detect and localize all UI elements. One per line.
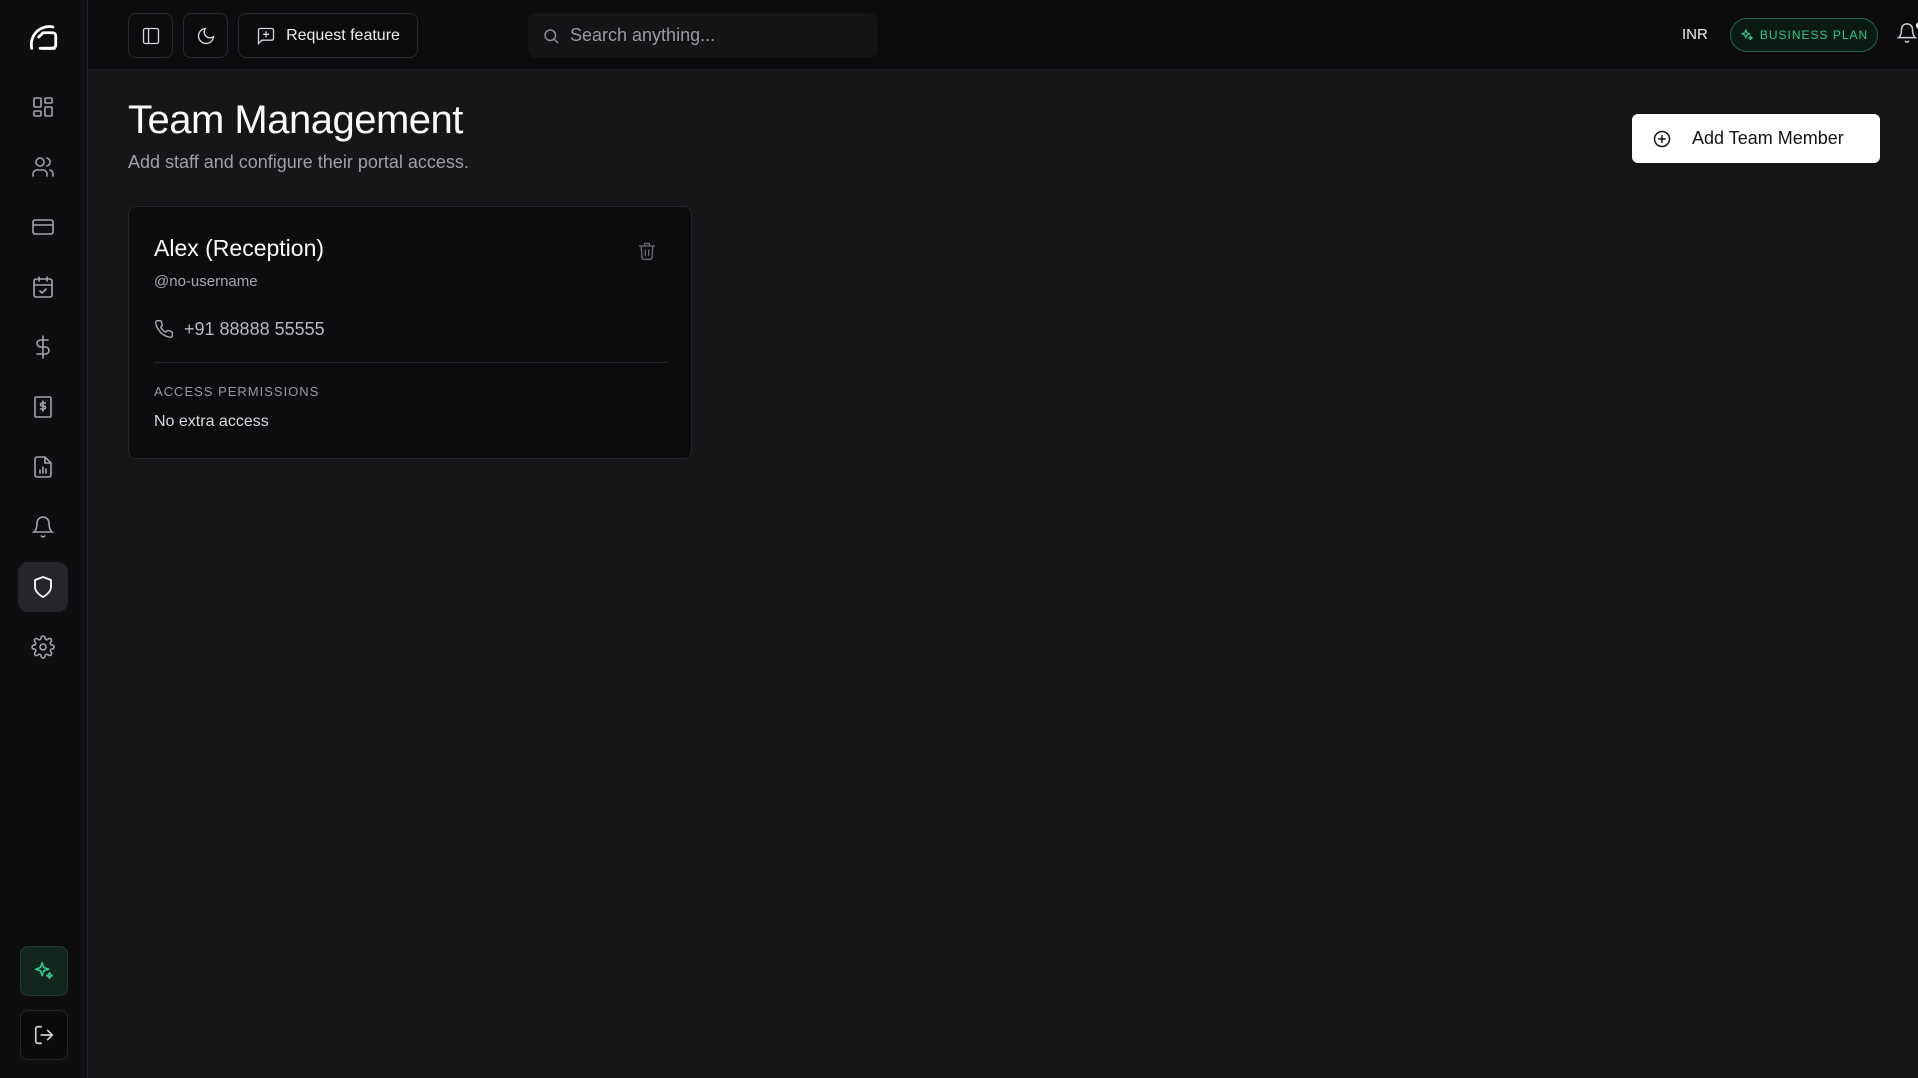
- app-logo-icon[interactable]: [26, 20, 60, 54]
- receipt-icon: [34, 396, 52, 418]
- member-phone: +91 88888 55555: [184, 319, 325, 339]
- sidebar-item-dashboard[interactable]: [18, 82, 68, 132]
- team-member-card: Alex (Reception) @no-username +91 88888 …: [128, 206, 692, 459]
- phone-icon: [154, 319, 174, 339]
- sidebar: [0, 0, 88, 1078]
- logout-icon: [34, 1025, 54, 1045]
- sparkles-icon: [34, 961, 54, 980]
- file-chart-icon: [34, 456, 52, 478]
- toggle-sidebar-button[interactable]: [128, 13, 173, 58]
- shield-icon: [34, 576, 52, 598]
- plan-label: BUSINESS PLAN: [1759, 28, 1869, 42]
- add-team-member-button[interactable]: Add Team Member: [1632, 114, 1880, 163]
- currency-selector[interactable]: INR: [1682, 26, 1708, 43]
- ai-assistant-button[interactable]: [20, 946, 68, 996]
- sidebar-item-team[interactable]: [18, 562, 68, 612]
- bell-icon: [31, 516, 55, 538]
- permissions-label: ACCESS PERMISSIONS: [154, 384, 320, 399]
- page-subtitle: Add staff and configure their portal acc…: [128, 152, 469, 172]
- member-username: @no-username: [154, 273, 258, 290]
- sidebar-item-reports[interactable]: [18, 442, 68, 492]
- moon-icon: [197, 27, 214, 44]
- search-bar: [528, 13, 878, 58]
- calendar-check-icon: [33, 276, 53, 298]
- users-icon: [32, 157, 54, 177]
- sidebar-item-revenue[interactable]: [18, 322, 68, 372]
- theme-toggle-button[interactable]: [183, 13, 228, 58]
- plus-circle-icon: [1653, 130, 1671, 147]
- sidebar-item-invoices[interactable]: [18, 382, 68, 432]
- page-title: Team Management: [128, 98, 463, 142]
- dollar-sign-icon: [36, 335, 50, 359]
- member-name: Alex (Reception): [154, 235, 325, 261]
- gear-icon: [31, 635, 55, 659]
- delete-member-button[interactable]: [637, 241, 657, 261]
- sidebar-item-notifications[interactable]: [18, 502, 68, 552]
- credit-card-icon: [32, 219, 54, 235]
- logout-button[interactable]: [20, 1010, 68, 1060]
- sidebar-item-payments[interactable]: [18, 202, 68, 252]
- request-feature-label: Request feature: [286, 26, 400, 44]
- search-input[interactable]: [570, 25, 850, 46]
- request-feature-button[interactable]: Request feature: [238, 13, 418, 58]
- search-icon: [544, 28, 559, 43]
- message-plus-icon: [257, 27, 275, 45]
- add-team-member-label: Add Team Member: [1692, 128, 1844, 148]
- sidebar-item-settings[interactable]: [18, 622, 68, 672]
- card-divider: [154, 362, 668, 363]
- sidebar-panel-icon: [142, 27, 159, 44]
- sidebar-item-clients[interactable]: [18, 142, 68, 192]
- permissions-value: No extra access: [154, 413, 269, 430]
- layout-dashboard-icon: [33, 97, 53, 117]
- trash-icon: [638, 242, 656, 260]
- sidebar-item-schedule[interactable]: [18, 262, 68, 312]
- top-bar: Request feature INR BUSINESS PLAN D: [88, 0, 1918, 70]
- business-plan-badge[interactable]: BUSINESS PLAN: [1730, 18, 1878, 52]
- sparkles-icon: [1740, 29, 1753, 41]
